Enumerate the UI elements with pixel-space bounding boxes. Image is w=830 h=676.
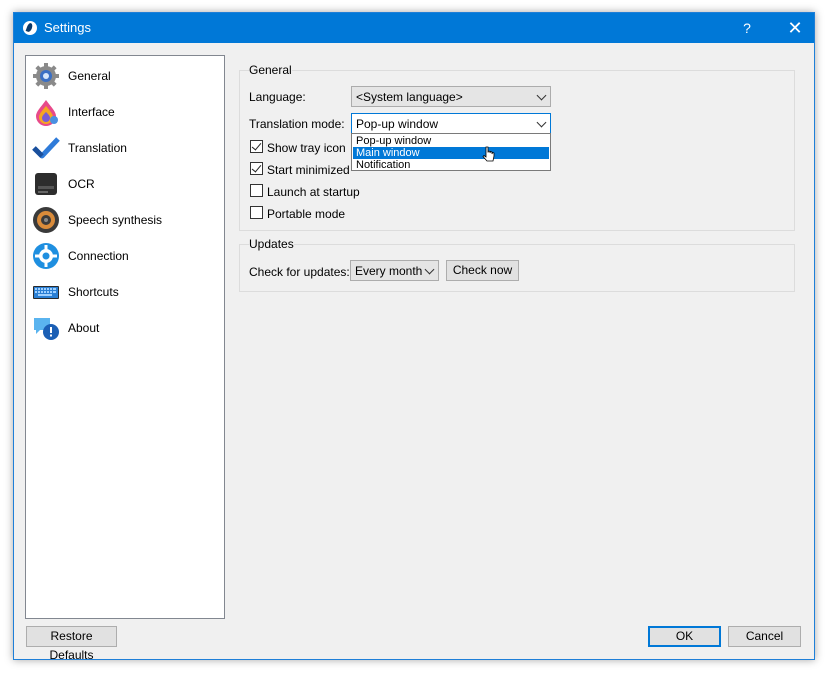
sidebar-item-ocr[interactable]: OCR — [26, 166, 224, 202]
portable-mode-label: Portable mode — [267, 207, 346, 221]
title-bar: Settings ? ✕ — [14, 13, 814, 43]
check-for-updates-label: Check for updates: — [249, 265, 350, 279]
dropdown-option-main-window[interactable]: Main window — [353, 147, 549, 159]
checkmark-icon — [32, 137, 60, 159]
update-frequency-select[interactable]: Every month — [350, 260, 439, 281]
updates-group-title: Updates — [249, 237, 294, 251]
sidebar-item-interface[interactable]: Interface — [26, 94, 224, 130]
connection-gear-icon — [33, 243, 59, 269]
paint-icon — [36, 100, 58, 126]
portable-mode-checkbox[interactable] — [250, 206, 263, 219]
update-frequency-value: Every month — [355, 264, 423, 278]
translation-mode-label: Translation mode: — [249, 117, 345, 131]
sidebar-item-translation[interactable]: Translation — [26, 130, 224, 166]
settings-sidebar: General Interface Translation OCR Speech… — [25, 55, 225, 619]
language-select[interactable]: <System language> — [351, 86, 551, 107]
sidebar-item-shortcuts[interactable]: Shortcuts — [26, 274, 224, 310]
sidebar-item-about[interactable]: About — [26, 310, 224, 346]
start-minimized-checkbox[interactable] — [250, 162, 263, 175]
chevron-down-icon — [424, 264, 435, 275]
sidebar-item-connection[interactable]: Connection — [26, 238, 224, 274]
speaker-icon — [33, 207, 59, 233]
keyboard-icon — [33, 286, 59, 299]
ok-button[interactable]: OK — [648, 626, 721, 647]
cancel-button[interactable]: Cancel — [728, 626, 801, 647]
mouse-pointer-icon — [482, 146, 495, 162]
scanner-icon — [35, 173, 57, 195]
gear-icon — [33, 63, 59, 89]
sidebar-item-label: General — [68, 69, 111, 83]
show-tray-icon-label: Show tray icon — [267, 141, 346, 155]
dropdown-option-popup-window[interactable]: Pop-up window — [353, 135, 549, 147]
app-logo-icon — [23, 21, 37, 35]
sidebar-item-label: Interface — [68, 105, 115, 119]
launch-at-startup-label: Launch at startup — [267, 185, 360, 199]
start-minimized-label: Start minimized — [267, 163, 350, 177]
check-now-button[interactable]: Check now — [446, 260, 519, 281]
chevron-down-icon — [536, 90, 547, 101]
chevron-down-icon — [536, 117, 547, 128]
help-button[interactable]: ? — [732, 13, 762, 43]
restore-defaults-button[interactable]: Restore Defaults — [26, 626, 117, 662]
close-button[interactable]: ✕ — [774, 13, 816, 43]
window-title: Settings — [44, 20, 91, 35]
language-value: <System language> — [356, 90, 463, 104]
translation-mode-select[interactable]: Pop-up window — [351, 113, 551, 134]
sidebar-item-label: About — [68, 321, 100, 335]
show-tray-icon-checkbox[interactable] — [250, 140, 263, 153]
dropdown-option-notification[interactable]: Notification — [353, 159, 549, 171]
language-label: Language: — [249, 90, 306, 104]
sidebar-item-speech-synthesis[interactable]: Speech synthesis — [26, 202, 224, 238]
sidebar-item-label: Connection — [68, 249, 129, 263]
sidebar-item-label: Translation — [68, 141, 127, 155]
translation-mode-value: Pop-up window — [356, 117, 439, 131]
sidebar-item-label: OCR — [68, 177, 95, 191]
sidebar-item-general[interactable]: General — [26, 58, 224, 94]
sidebar-item-label: Speech synthesis — [68, 213, 163, 227]
launch-at-startup-checkbox[interactable] — [250, 184, 263, 197]
sidebar-item-label: Shortcuts — [68, 285, 119, 299]
translation-mode-dropdown: Pop-up window Main window Notification — [351, 133, 551, 171]
settings-window: Settings ? ✕ General Interface Translati… — [13, 12, 815, 662]
info-bubble-icon — [34, 318, 59, 340]
general-group-title: General — [249, 63, 292, 77]
